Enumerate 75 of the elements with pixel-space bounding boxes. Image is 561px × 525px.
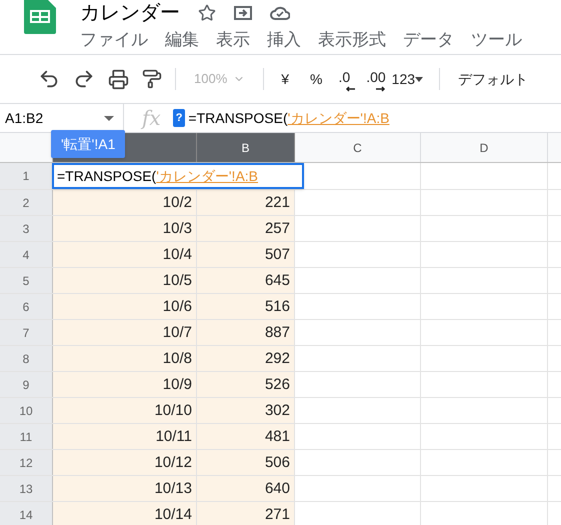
help-button[interactable]: ?: [172, 109, 186, 127]
table-cell-text: 10/7: [162, 322, 192, 342]
cell-editor[interactable]: =TRANSPOSE('カレンダー'!A:B: [52, 163, 304, 189]
row-header[interactable]: 10: [0, 398, 53, 423]
cloud-check-icon[interactable]: [270, 6, 290, 20]
decrease-decimals-button[interactable]: .0: [338, 66, 350, 92]
table-cell-text: 640: [264, 478, 290, 498]
row-header[interactable]: 11: [0, 424, 53, 449]
table-cell-text: 10/3: [162, 218, 192, 238]
menu-item[interactable]: 表示形式: [318, 27, 386, 52]
table-cell-text: 887: [264, 322, 290, 342]
table-cell-text: 10/8: [162, 348, 192, 368]
star-icon[interactable]: [198, 4, 216, 22]
number-format-dropdown[interactable]: 123: [392, 68, 424, 90]
row-header[interactable]: 4: [0, 242, 53, 267]
table-cell-text: 526: [264, 374, 290, 394]
row-header[interactable]: 6: [0, 294, 53, 319]
increase-decimals-button[interactable]: .00: [366, 66, 386, 92]
print-icon[interactable]: [108, 68, 129, 90]
table-cell-text: 221: [264, 192, 290, 212]
percent-button[interactable]: %: [310, 68, 322, 90]
left-arrow-icon: [344, 86, 354, 92]
table-cell-text: 271: [264, 504, 290, 524]
menu-item[interactable]: ファイル: [80, 27, 148, 52]
menu-item[interactable]: 挿入: [267, 27, 301, 52]
column-header[interactable]: C: [295, 133, 421, 162]
row-header[interactable]: 9: [0, 372, 53, 397]
row-header[interactable]: 12: [0, 450, 53, 475]
fx-label: fx: [142, 105, 161, 132]
right-arrow-icon: [376, 86, 386, 92]
undo-icon[interactable]: [38, 68, 60, 90]
table-cell-text: 516: [264, 296, 290, 316]
table-cell-text: 10/11: [156, 426, 192, 446]
table-cell-text: 645: [264, 270, 290, 290]
table-cell-text: 292: [264, 348, 290, 368]
font-dropdown[interactable]: デフォルト: [458, 68, 528, 90]
menu-item[interactable]: データ: [403, 27, 454, 52]
row-header[interactable]: 14: [0, 502, 53, 525]
paint-format-icon[interactable]: [142, 69, 162, 89]
row-header[interactable]: 13: [0, 476, 53, 501]
row-header[interactable]: 7: [0, 320, 53, 345]
range-tooltip: '転置'!A1: [51, 130, 126, 158]
table-cell-text: 10/14: [154, 504, 192, 524]
column-header[interactable]: B: [197, 133, 295, 162]
table-cell-text: 10/4: [162, 244, 192, 264]
row-header[interactable]: 3: [0, 216, 53, 241]
row-header[interactable]: 1: [0, 163, 53, 189]
table-cell-text: 10/9: [162, 374, 192, 394]
spreadsheet-logo-icon[interactable]: [24, 0, 56, 34]
table-cell-text: 10/12: [154, 452, 192, 472]
redo-icon[interactable]: [73, 68, 95, 90]
table-cell-text: 507: [264, 244, 290, 264]
document-title[interactable]: カレンダー: [80, 1, 180, 25]
menu-item[interactable]: 編集: [165, 27, 199, 52]
table-cell-text: 10/13: [154, 478, 192, 498]
table-cell-text: 302: [264, 400, 290, 420]
row-header[interactable]: 5: [0, 268, 53, 293]
table-cell-text: 10/2: [162, 192, 192, 212]
table-cell-text: 10/6: [162, 296, 192, 316]
formula-input[interactable]: =TRANSPOSE('カレンダー'!A:B: [188, 108, 390, 128]
column-header[interactable]: D: [421, 133, 548, 162]
table-cell-text: 257: [264, 218, 290, 238]
menu-item[interactable]: ツール: [471, 27, 522, 52]
currency-button[interactable]: ¥: [281, 68, 290, 90]
table-cell-text: 506: [264, 452, 290, 472]
row-header[interactable]: 2: [0, 190, 53, 215]
table-cell-text: 10/5: [162, 270, 192, 290]
row-header[interactable]: 8: [0, 346, 53, 371]
table-cell-text: 10/10: [154, 400, 192, 420]
menu-item[interactable]: 表示: [216, 27, 250, 52]
table-cell-text: 481: [264, 426, 290, 446]
move-icon[interactable]: [234, 6, 252, 20]
caret-icon: [415, 76, 424, 82]
caret-icon[interactable]: [104, 116, 114, 120]
name-box[interactable]: A1:B2: [5, 108, 44, 128]
